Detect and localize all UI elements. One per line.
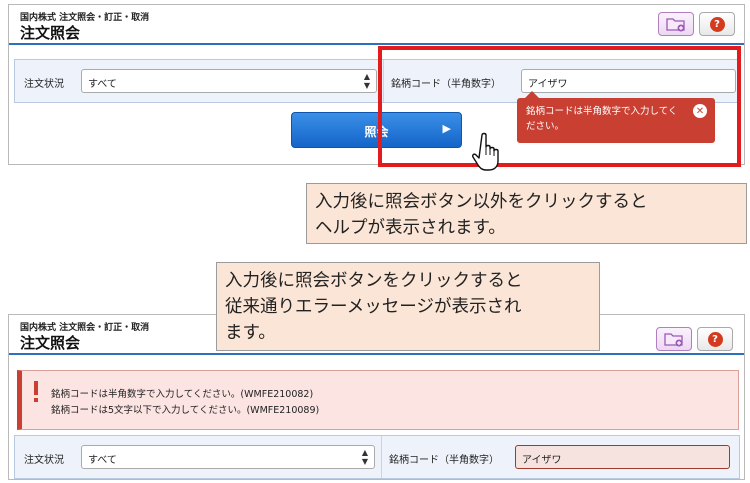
- help-icon: ?: [707, 331, 723, 347]
- stock-code-input[interactable]: アイザワ: [515, 445, 730, 469]
- error-line-2: 銘柄コードは5文字以下で入力してください。(WMFE210089): [51, 405, 320, 416]
- order-status-value: すべて: [88, 455, 117, 466]
- up-down-arrow-icon: ▲ ▼: [363, 72, 370, 90]
- highlight-frame: [378, 46, 741, 167]
- folder-add-icon: [666, 18, 685, 32]
- hand-pointer-icon: [472, 132, 499, 171]
- exclamation-icon: [34, 381, 38, 402]
- stock-code-label: 銘柄コード（半角数字）: [389, 455, 499, 466]
- page-title: 注文照会: [20, 24, 81, 42]
- up-down-arrow-icon: ▲ ▼: [361, 448, 368, 466]
- help-button[interactable]: ?: [697, 327, 733, 351]
- help-icon: ?: [709, 16, 725, 32]
- order-status-label: 注文状況: [24, 455, 64, 466]
- error-line-1: 銘柄コードは半角数字で入力してください。(WMFE210082): [51, 389, 314, 400]
- search-filter-bar: 注文状況 すべて ▲ ▼ 銘柄コード（半角数字） アイザワ: [14, 435, 740, 479]
- page-header: 国内株式 注文照会・訂正・取消 注文照会 ?: [9, 5, 744, 45]
- folder-add-button[interactable]: [656, 327, 692, 351]
- callout-error-behavior: 入力後に照会ボタンをクリックすると 従来通りエラーメッセージが表示され ます。: [216, 262, 600, 351]
- page-title: 注文照会: [20, 334, 81, 352]
- folder-add-button[interactable]: [658, 12, 694, 36]
- order-status-value: すべて: [88, 79, 117, 90]
- order-status-select[interactable]: すべて ▲ ▼: [81, 69, 377, 93]
- folder-add-icon: [664, 333, 683, 347]
- stock-code-value: アイザワ: [522, 455, 562, 466]
- help-button[interactable]: ?: [699, 12, 735, 36]
- callout-help-behavior: 入力後に照会ボタン以外をクリックすると ヘルプが表示されます。: [306, 183, 747, 244]
- order-status-select[interactable]: すべて ▲ ▼: [81, 445, 375, 469]
- error-message-banner: 銘柄コードは半角数字で入力してください。(WMFE210082) 銘柄コードは5…: [17, 370, 739, 430]
- order-status-label: 注文状況: [24, 79, 64, 90]
- filter-divider: [381, 436, 382, 478]
